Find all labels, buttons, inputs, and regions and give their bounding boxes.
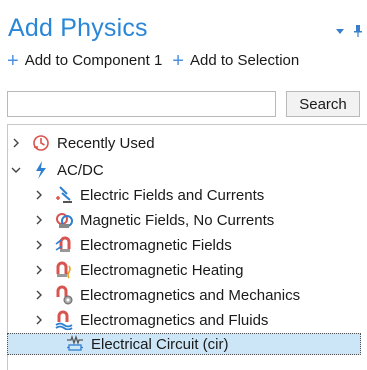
magnetic-fields-icon — [56, 213, 73, 228]
chevron-right-icon[interactable] — [34, 315, 44, 325]
chevron-right-icon[interactable] — [34, 215, 44, 225]
electromagnetics-mechanics-icon — [56, 285, 73, 305]
tree-item-recently-used[interactable]: Recently Used — [11, 132, 155, 154]
plus-icon: + — [172, 49, 184, 72]
chevron-right-icon[interactable] — [34, 290, 44, 300]
dropdown-arrow-icon[interactable] — [335, 26, 345, 36]
tree-item-electric-fields-currents[interactable]: Electric Fields and Currents — [34, 184, 264, 206]
tree-item-label: Electromagnetic Fields — [80, 236, 232, 254]
tree-item-label: Electric Fields and Currents — [80, 186, 265, 204]
tree-item-label: Electrical Circuit (cir) — [91, 335, 229, 353]
electromagnetics-fluids-icon — [55, 310, 73, 330]
chevron-right-icon[interactable] — [34, 240, 44, 250]
acdc-icon — [36, 161, 46, 179]
electromagnetic-heating-icon — [56, 261, 71, 279]
electromagnetic-fields-icon — [55, 236, 71, 252]
tree-item-electromagnetics-fluids[interactable]: Electromagnetics and Fluids — [34, 309, 268, 331]
tree-item-label: Electromagnetics and Fluids — [80, 311, 269, 329]
physics-tree: Recently Used AC/DC Electric Fields and … — [7, 124, 367, 370]
search-button[interactable]: Search — [286, 91, 360, 117]
add-to-selection-button[interactable]: + Add to Selection — [172, 49, 300, 72]
electric-fields-icon — [56, 186, 72, 203]
panel-header: Add Physics — [0, 0, 367, 50]
tree-item-magnetic-fields-no-currents[interactable]: Magnetic Fields, No Currents — [34, 209, 274, 231]
tree-item-label: Magnetic Fields, No Currents — [80, 211, 275, 229]
add-to-selection-label: Add to Selection — [189, 52, 300, 69]
chevron-right-icon[interactable] — [11, 138, 21, 148]
add-to-component-label: Add to Component 1 — [24, 52, 163, 69]
pin-icon[interactable] — [353, 25, 363, 37]
tree-item-label: Electromagnetic Heating — [80, 261, 244, 279]
clock-icon — [33, 135, 49, 151]
panel-title: Add Physics — [8, 14, 148, 42]
add-to-component-button[interactable]: + Add to Component 1 — [7, 49, 163, 72]
tree-item-electromagnetic-heating[interactable]: Electromagnetic Heating — [34, 259, 243, 281]
tree-item-electrical-circuit[interactable]: Electrical Circuit (cir) — [7, 333, 361, 355]
tree-item-electromagnetic-fields[interactable]: Electromagnetic Fields — [34, 234, 232, 256]
chevron-down-icon[interactable] — [11, 165, 21, 175]
chevron-right-icon[interactable] — [34, 265, 44, 275]
tree-item-electromagnetics-mechanics[interactable]: Electromagnetics and Mechanics — [34, 284, 300, 306]
plus-icon: + — [7, 49, 19, 72]
chevron-right-icon[interactable] — [34, 190, 44, 200]
search-row: Search — [7, 91, 360, 117]
add-actions: + Add to Component 1 + Add to Selection — [7, 49, 300, 72]
search-input[interactable] — [7, 91, 276, 117]
tree-item-label: Recently Used — [57, 134, 155, 152]
tree-item-label: Electromagnetics and Mechanics — [80, 286, 301, 304]
electrical-circuit-icon — [67, 334, 83, 351]
tree-item-acdc[interactable]: AC/DC — [11, 159, 104, 181]
tree-item-label: AC/DC — [57, 161, 104, 179]
panel-controls — [335, 25, 363, 37]
